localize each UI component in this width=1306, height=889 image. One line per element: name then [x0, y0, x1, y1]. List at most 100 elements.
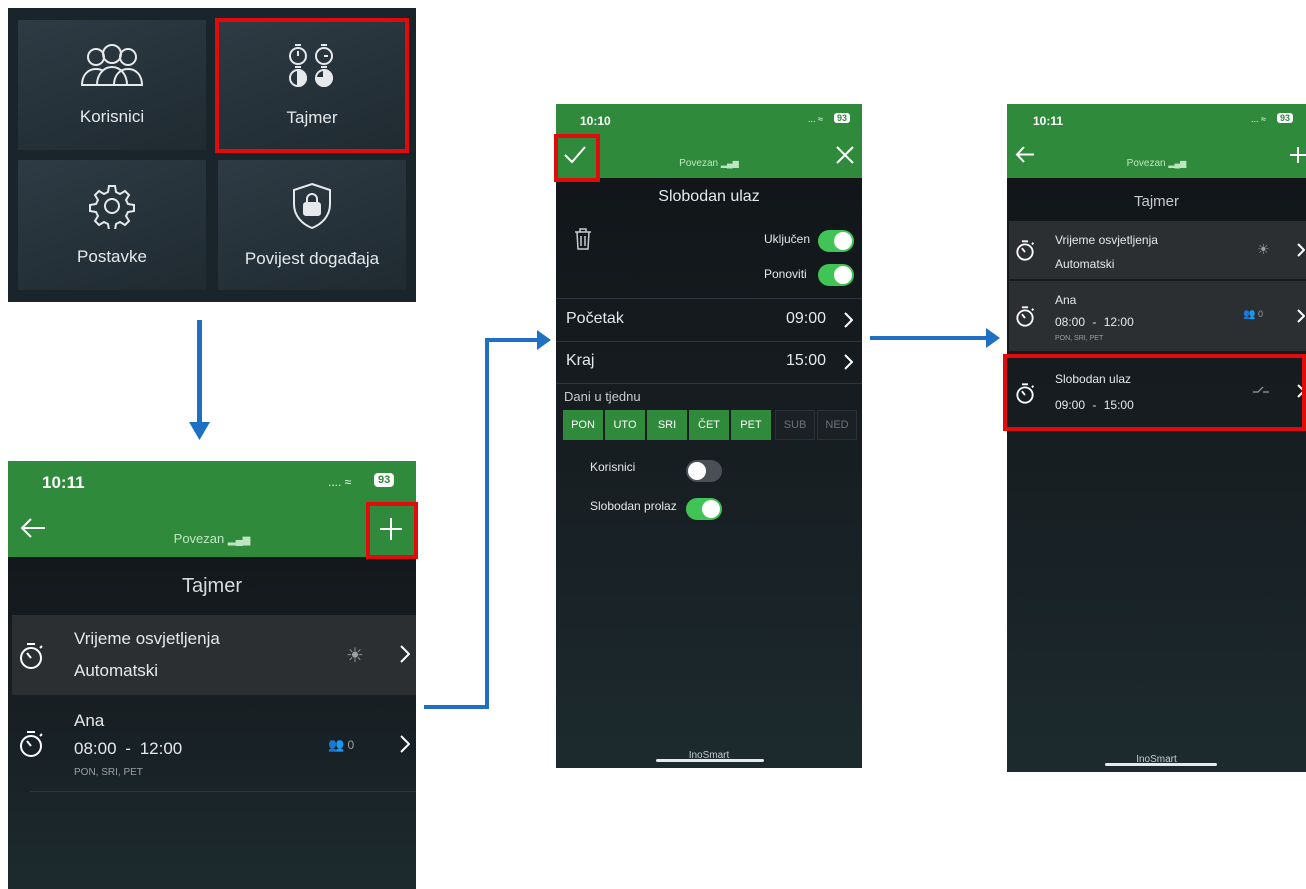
sun-icon: ☀ [1257, 241, 1270, 257]
chevron-right-icon [400, 735, 410, 753]
menu-tile-users-label: Korisnici [79, 107, 145, 126]
day-pet[interactable]: PET [731, 410, 771, 440]
wifi-icon: ... ≈ [1251, 114, 1266, 124]
chevron-right-icon [844, 354, 853, 370]
item-days: PON, SRI, PET [1055, 335, 1104, 342]
connection-label: Povezan ▂▄▆ [8, 531, 416, 546]
start-time: 08:00 [74, 739, 117, 758]
days-label: Dani u tjednu [564, 389, 641, 404]
status-time: 10:10 [580, 114, 611, 128]
connection-label: Povezan ▂▄▆ [556, 158, 862, 169]
start-value: 09:00 [786, 310, 827, 327]
list-item[interactable]: Ana 08:00 - 12:00 PON, SRI, PET 👥 0 [1009, 281, 1306, 351]
start-time: 08:00 [1055, 315, 1086, 329]
count-text: 0 [347, 738, 355, 752]
repeat-toggle[interactable] [818, 264, 854, 286]
start-label: Početak [566, 310, 624, 327]
chevron-right-icon [1297, 309, 1305, 323]
header-bar: 10:11 ... ≈ 93 Povezan ▂▄▆ [1007, 104, 1306, 178]
flow-arrow-2 [424, 705, 488, 709]
menu-tile-history[interactable]: Povijest događaja [218, 160, 406, 290]
time-separator: - [1092, 315, 1097, 329]
flow-arrow-2-vert [485, 338, 489, 709]
day-sub[interactable]: SUB [775, 410, 815, 440]
signal-icon: ▂▄▆ [1168, 159, 1187, 168]
free-pass-toggle[interactable] [686, 498, 722, 520]
list-item[interactable]: Ana 08:00 - 12:00 PON, SRI, PET 👥 0 [12, 701, 416, 789]
users-toggle[interactable] [686, 460, 722, 482]
list-item[interactable]: Vrijeme osvjetljenja Automatski ☀ [1009, 221, 1306, 279]
enabled-toggle[interactable] [818, 230, 854, 252]
end-time: 12:00 [1103, 315, 1134, 329]
end-label: Kraj [566, 352, 595, 369]
day-pon[interactable]: PON [563, 410, 603, 440]
menu-tile-users[interactable]: Korisnici [18, 20, 206, 150]
item-sub: Automatski [1055, 257, 1115, 271]
shield-lock-icon [293, 182, 331, 230]
stopwatch-icon [1016, 240, 1035, 261]
item-days: PON, SRI, PET [74, 767, 143, 778]
arrow-head-down [189, 422, 210, 440]
highlight-timer-tile [215, 18, 409, 153]
flow-arrow-down [197, 320, 202, 426]
stopwatch-icon [20, 731, 43, 757]
highlight-save-button [554, 134, 600, 182]
day-uto[interactable]: UTO [605, 410, 645, 440]
battery-indicator: 93 [1277, 113, 1294, 123]
time-separator: - [125, 739, 131, 758]
users-icon: 👥 [328, 737, 345, 752]
end-value: 15:00 [786, 352, 827, 369]
header-bar: 10:10 ... ≈ 93 Povezan ▂▄▆ [556, 104, 862, 178]
connection-text: Povezan [1126, 158, 1166, 169]
list-item[interactable]: Vrijeme osvjetljenja Automatski ☀ [12, 615, 416, 695]
enabled-label: Uključen [764, 232, 811, 246]
wifi-icon: .... ≈ [328, 475, 352, 489]
connection-text: Povezan [173, 531, 225, 546]
end-time: 12:00 [139, 739, 183, 758]
users-icon: 👥 [1243, 309, 1256, 320]
status-time: 10:11 [1033, 114, 1064, 128]
item-sub: Automatski [74, 661, 159, 680]
menu-tile-settings-label: Postavke [77, 247, 147, 266]
arrow-head-right [537, 330, 551, 350]
header-bar: 10:11 .... ≈ 93 Povezan ▂▄▆ [8, 461, 416, 557]
menu-tile-history-label: Povijest događaja [244, 249, 380, 268]
day-sri[interactable]: SRI [647, 410, 687, 440]
trash-icon[interactable] [574, 228, 592, 250]
flow-arrow-3 [870, 336, 990, 340]
divider [556, 298, 862, 299]
wifi-icon: ... ≈ [808, 114, 823, 124]
day-ned[interactable]: NED [817, 410, 857, 440]
signal-icon: ▂▄▆ [227, 535, 251, 546]
stopwatch-icon [1016, 306, 1035, 327]
item-time-range: 08:00 - 12:00 [74, 739, 182, 759]
day-cet[interactable]: ČET [689, 410, 729, 440]
item-name: Vrijeme osvjetljenja [1055, 233, 1158, 247]
connection-text: Povezan [679, 158, 719, 169]
chevron-right-icon [1297, 243, 1305, 257]
stopwatch-icon [20, 643, 43, 669]
add-icon[interactable] [1289, 146, 1306, 164]
connection-label: Povezan ▂▄▆ [1007, 158, 1306, 169]
users-label: Korisnici [590, 460, 636, 474]
item-name: Ana [74, 711, 105, 730]
divider [556, 383, 862, 384]
users-count: 👥 0 [1243, 309, 1263, 320]
page-title: Tajmer [181, 575, 242, 597]
menu-tile-settings[interactable]: Postavke [18, 160, 206, 290]
highlight-new-item [1003, 354, 1306, 431]
close-icon[interactable] [836, 146, 854, 164]
end-row[interactable]: Kraj 15:00 [556, 342, 862, 382]
chevron-right-icon [400, 645, 410, 663]
home-indicator [1105, 763, 1217, 766]
sun-icon: ☀ [346, 645, 364, 667]
item-name: Vrijeme osvjetljenja [74, 629, 220, 648]
highlight-add-button [366, 502, 418, 559]
start-row[interactable]: Početak 09:00 [556, 300, 862, 340]
battery-indicator: 93 [374, 473, 395, 487]
repeat-label: Ponoviti [764, 267, 807, 281]
page-title: Slobodan ulaz [658, 188, 760, 205]
signal-icon: ▂▄▆ [720, 159, 739, 168]
free-pass-label: Slobodan prolaz [590, 499, 677, 513]
item-time-range: 08:00 - 12:00 [1055, 315, 1134, 329]
